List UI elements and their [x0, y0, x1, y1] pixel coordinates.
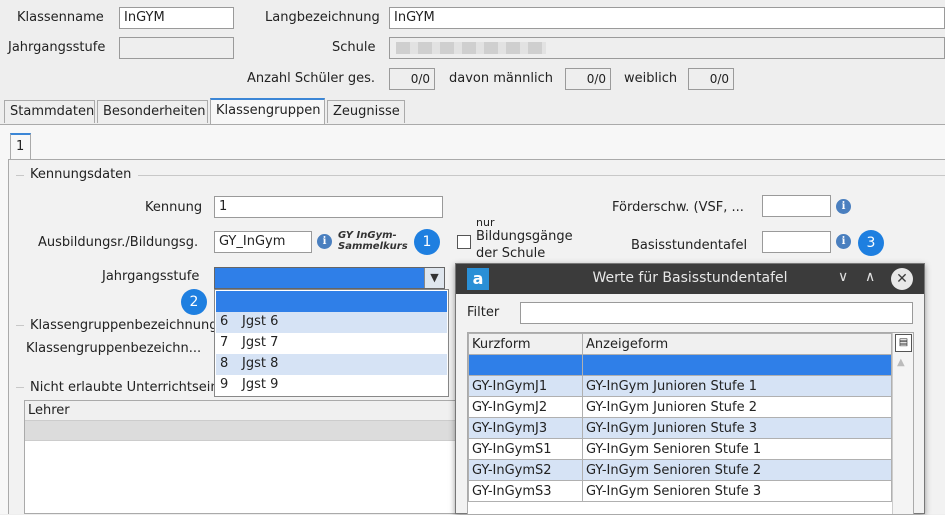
callout-badge-3: 3: [858, 230, 884, 256]
column-header-kurzform[interactable]: Kurzform: [468, 333, 583, 355]
jahrgangsstufe-combobox[interactable]: ▼: [214, 267, 445, 289]
column-chooser-icon[interactable]: ▤: [895, 334, 912, 352]
tab-zeugnisse[interactable]: Zeugnisse: [327, 100, 405, 123]
basisstundentafel-label: Basisstundentafel: [631, 238, 748, 253]
tab-stammdaten[interactable]: Stammdaten: [4, 100, 95, 123]
basisstundentafel-dialog[interactable]: a Werte für Basisstundentafel ∨ ∧ ✕ Filt…: [455, 263, 925, 515]
nicht-erlaubt-title: Nicht erlaubte Unterrichtsein: [30, 380, 219, 395]
filter-input[interactable]: [520, 302, 913, 324]
anzahl-value: 0/0: [389, 68, 435, 90]
jahrgangsstufe-combo-label: Jahrgangsstufe: [102, 269, 200, 284]
langbezeichnung-input[interactable]: InGYM: [389, 7, 945, 29]
table-row[interactable]: GY-InGymJ3 GY-InGym Junioren Stufe 3: [468, 417, 892, 439]
table-row[interactable]: [468, 354, 892, 376]
section-line: [138, 175, 945, 176]
column-header-anzeigeform[interactable]: Anzeigeform: [582, 333, 892, 355]
kennung-label: Kennung: [145, 200, 203, 215]
basisstundentafel-input[interactable]: [762, 231, 831, 253]
info-icon[interactable]: i: [836, 234, 851, 249]
basisstundentafel-table[interactable]: Kurzform Anzeigeform GY-InGymJ1 GY-InGym …: [467, 332, 914, 515]
maennlich-value: 0/0: [565, 68, 611, 90]
section-line: [16, 175, 24, 176]
filter-label: Filter: [467, 305, 500, 320]
maximize-icon[interactable]: ∧: [865, 269, 875, 285]
dropdown-option[interactable]: 7 Jgst 7: [216, 333, 447, 354]
jahrgang-dropdown-list[interactable]: 6 Jgst 6 7 Jgst 7 8 Jgst 8 9 Jgst 9: [214, 289, 449, 397]
nur-bildungsgaenge-label: nur Bildungsgänge der Schule: [476, 217, 573, 261]
jahrgangsstufe-input[interactable]: [119, 37, 234, 59]
jahrgangsstufe-label: Jahrgangsstufe: [8, 40, 106, 55]
tab-besonderheiten[interactable]: Besonderheiten: [97, 100, 208, 123]
table-scrollbar[interactable]: ▤ ▲: [892, 333, 913, 514]
column-header-lehrer[interactable]: Lehrer: [25, 401, 455, 421]
table-row[interactable]: GY-InGymJ2 GY-InGym Junioren Stufe 2: [468, 396, 892, 418]
ausbildung-input[interactable]: GY_InGym: [214, 231, 312, 253]
klassengruppen-title: Klassengruppenbezeichnung: [30, 318, 218, 333]
dialog-titlebar[interactable]: a Werte für Basisstundentafel ∨ ∧ ✕: [456, 264, 924, 294]
weiblich-label: weiblich: [624, 71, 678, 86]
weiblich-value: 0/0: [688, 68, 734, 90]
scroll-up-icon[interactable]: ▲: [897, 357, 905, 368]
chevron-down-icon[interactable]: ▼: [424, 268, 444, 288]
maennlich-label: davon männlich: [449, 71, 553, 86]
table-row[interactable]: GY-InGymS1 GY-InGym Senioren Stufe 1: [468, 438, 892, 460]
ausbildung-label: Ausbildungsr./Bildungsg.: [38, 235, 199, 250]
section-line: [16, 325, 24, 326]
info-icon[interactable]: i: [317, 234, 332, 249]
klassenname-label: Klassenname: [17, 10, 104, 25]
langbezeichnung-label: Langbezeichnung: [265, 10, 380, 25]
subtab-1[interactable]: 1: [10, 133, 31, 159]
ausbildung-hint: GY InGym- Sammelkurs: [338, 230, 408, 252]
kennung-input[interactable]: 1: [214, 196, 443, 218]
section-line: [16, 387, 24, 388]
dropdown-option[interactable]: 8 Jgst 8: [216, 354, 447, 375]
klassengruppen-field-label: Klassengruppenbezeichn...: [26, 341, 202, 356]
callout-badge-2: 2: [181, 289, 207, 315]
info-icon[interactable]: i: [836, 199, 851, 214]
table-row[interactable]: GY-InGymS3 GY-InGym Senioren Stufe 3: [468, 480, 892, 502]
close-icon[interactable]: ✕: [891, 268, 913, 290]
foerderschw-label: Förderschw. (VSF, ...: [612, 200, 744, 215]
dropdown-option[interactable]: 6 Jgst 6: [216, 312, 447, 333]
dropdown-option[interactable]: 9 Jgst 9: [216, 375, 447, 396]
tab-klassengruppen[interactable]: Klassengruppen: [210, 98, 325, 124]
table-row[interactable]: [25, 421, 455, 441]
dropdown-option[interactable]: [216, 291, 447, 312]
table-row[interactable]: GY-InGymS2 GY-InGym Senioren Stufe 2: [468, 459, 892, 481]
callout-badge-1: 1: [414, 229, 440, 255]
kennungsdaten-title: Kennungsdaten: [30, 167, 132, 182]
schule-label: Schule: [332, 40, 376, 55]
dialog-title: Werte für Basisstundentafel: [592, 270, 788, 286]
schule-input[interactable]: [389, 37, 945, 59]
anzahl-label: Anzahl Schüler ges.: [247, 71, 376, 86]
klassenname-input[interactable]: InGYM: [119, 7, 234, 29]
nur-bildungsgaenge-checkbox[interactable]: [457, 235, 471, 249]
foerderschw-input[interactable]: [762, 195, 831, 217]
blurred-school-name: [396, 42, 546, 54]
lehrer-table[interactable]: Lehrer: [24, 400, 456, 514]
minimize-icon[interactable]: ∨: [838, 269, 848, 285]
table-row[interactable]: GY-InGymJ1 GY-InGym Junioren Stufe 1: [468, 375, 892, 397]
